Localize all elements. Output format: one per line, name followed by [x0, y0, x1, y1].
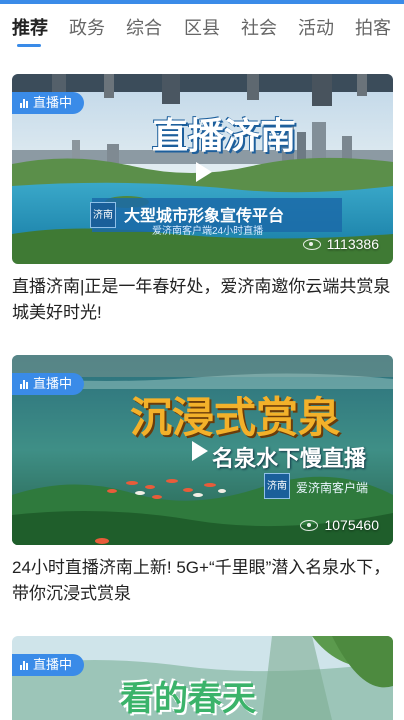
overlay-logo: 济南	[90, 202, 116, 228]
top-nav-bar: 推荐 政务 综合 区县 社会 活动 拍客	[0, 0, 404, 58]
live-thumbnail[interactable]: 看的春天 直播中	[12, 636, 393, 720]
accent-strip	[0, 0, 404, 4]
live-badge: 直播中	[12, 654, 85, 676]
play-icon[interactable]	[192, 441, 208, 461]
overlay-title: 沉浸式赏泉	[130, 393, 341, 442]
live-bars-icon	[20, 660, 28, 670]
live-badge-label: 直播中	[33, 657, 73, 672]
live-thumbnail[interactable]: 直播济南 济南 大型城市形象宣传平台 爱济南客户端24小时直播 直播中 1113…	[12, 74, 393, 264]
view-count: 1075460	[300, 517, 379, 533]
tab-general[interactable]: 综合	[126, 14, 162, 42]
overlay-logo: 济南	[264, 473, 290, 499]
headline[interactable]: 24小时直播济南上新! 5G+“千里眼”潜入名泉水下，带你沉浸式赏泉	[12, 555, 393, 607]
view-count-value: 1075460	[324, 517, 379, 533]
overlay-subtitle: 名泉水下慢直播	[212, 446, 367, 471]
overlay-title: 看的春天	[120, 679, 256, 719]
tab-recommend[interactable]: 推荐	[12, 14, 48, 42]
active-tab-indicator	[17, 44, 41, 47]
live-bars-icon	[20, 98, 28, 108]
play-icon[interactable]	[196, 162, 212, 182]
overlay-caption: 爱济南客户端24小时直播	[152, 226, 264, 237]
headline[interactable]: 直播济南|正是一年春好处，爱济南邀你云端共赏泉城美好时光!	[12, 274, 393, 326]
tab-activities[interactable]: 活动	[298, 14, 334, 42]
view-count: 1113386	[302, 236, 379, 252]
live-bars-icon	[20, 379, 28, 389]
tab-society[interactable]: 社会	[241, 14, 277, 42]
tab-government[interactable]: 政务	[69, 14, 105, 42]
live-badge: 直播中	[12, 373, 85, 395]
live-badge: 直播中	[12, 92, 85, 114]
live-card[interactable]: 看的春天 直播中	[12, 636, 393, 720]
view-count-value: 1113386	[326, 236, 379, 252]
tab-photographers[interactable]: 拍客	[355, 14, 391, 42]
news-feed: 直播济南 济南 大型城市形象宣传平台 爱济南客户端24小时直播 直播中 1113…	[0, 58, 404, 720]
live-card[interactable]: 沉浸式赏泉 名泉水下慢直播 济南 爱济南客户端 直播中 1075460 24小时…	[12, 355, 393, 615]
category-tabs: 推荐 政务 综合 区县 社会 活动 拍客	[0, 14, 404, 44]
overlay-title: 直播济南	[152, 115, 297, 157]
eye-icon	[302, 238, 321, 250]
live-badge-label: 直播中	[33, 376, 73, 391]
eye-icon	[300, 519, 319, 531]
live-card[interactable]: 直播济南 济南 大型城市形象宣传平台 爱济南客户端24小时直播 直播中 1113…	[12, 74, 393, 344]
live-thumbnail[interactable]: 沉浸式赏泉 名泉水下慢直播 济南 爱济南客户端 直播中 1075460	[12, 355, 393, 545]
overlay-caption: 爱济南客户端	[296, 481, 369, 495]
live-badge-label: 直播中	[33, 95, 73, 110]
tab-districts[interactable]: 区县	[184, 14, 220, 42]
